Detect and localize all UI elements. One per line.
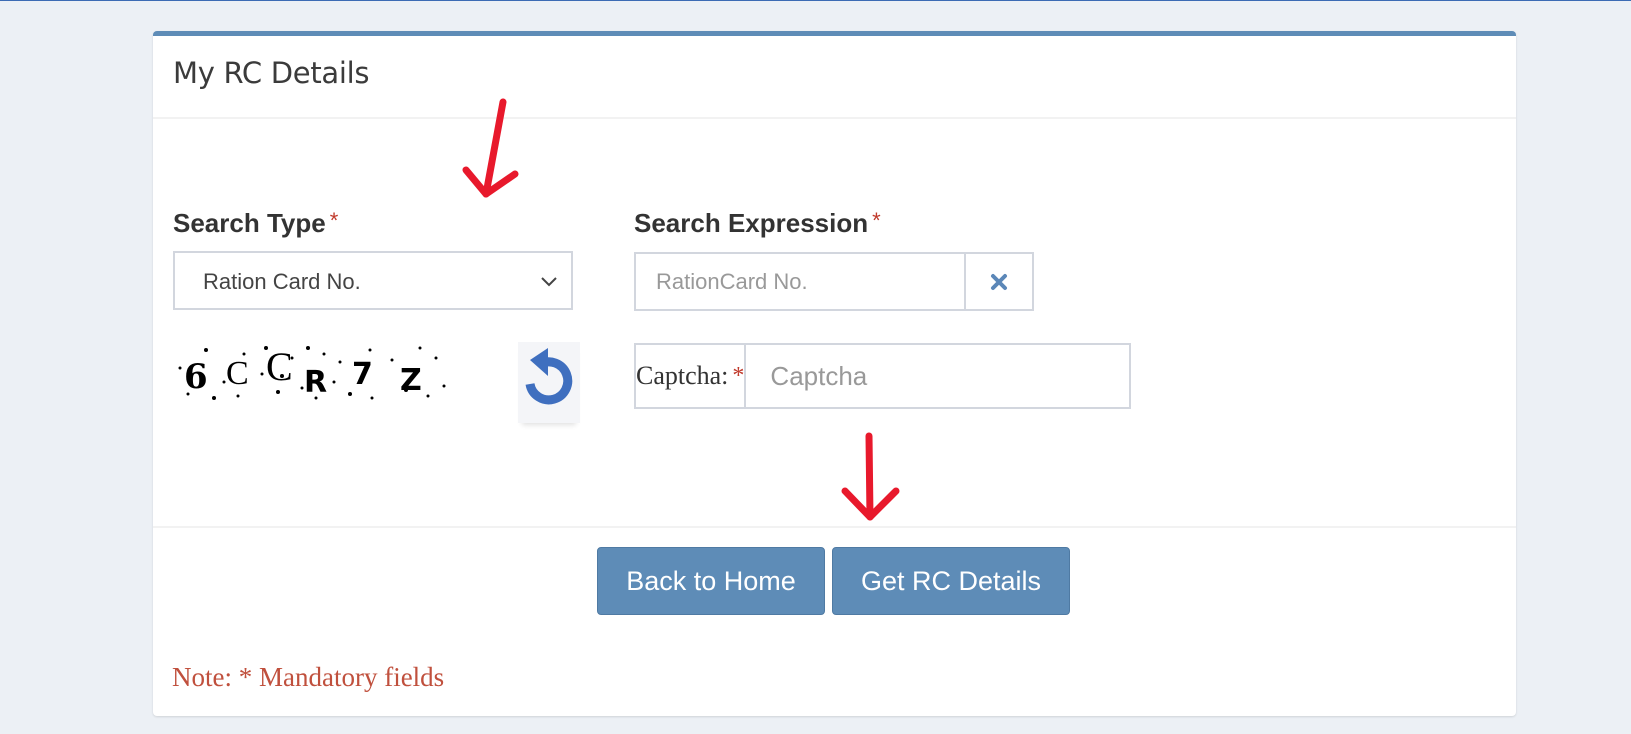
mandatory-note: Note: * Mandatory fields [172,662,445,692]
page-title: My RC Details [173,56,370,90]
close-icon [991,273,1007,290]
captcha-image-graphic: 6 C C R 7 Z [178,344,446,400]
card-header: My RC Details [153,36,1516,119]
search-expression-label-text: Search Expression [634,208,869,238]
get-rc-details-button[interactable]: Get RC Details [832,547,1070,615]
captcha-image: 6 C C R 7 Z [174,342,456,404]
required-mark: * [872,208,881,233]
footer-divider [153,526,1516,528]
captcha-input[interactable] [746,343,1132,409]
refresh-captcha-button[interactable] [518,342,580,423]
svg-text:6: 6 [184,357,208,397]
search-type-label-text: Search Type [173,208,326,238]
svg-text:C: C [266,344,293,389]
rc-details-card: My RC Details Search Type * Ration Card N… [153,31,1516,716]
required-mark: * [732,362,745,389]
svg-text:C: C [226,355,249,392]
refresh-icon [525,348,573,405]
captcha-label: Captcha: * [634,343,747,409]
captcha-label-text: Captcha: [636,361,729,390]
chevron-down-icon [541,277,557,287]
required-mark: * [329,208,339,233]
clear-search-button[interactable] [966,252,1034,311]
search-type-selected-value: Ration Card No. [203,269,361,294]
search-expression-label: Search Expression * [634,208,881,239]
search-expression-input[interactable] [634,252,966,311]
top-border [0,0,1631,1]
back-to-home-button[interactable]: Back to Home [597,547,825,615]
search-type-select[interactable]: Ration Card No. [173,251,573,310]
captcha-group: Captcha: * [634,343,1132,409]
search-type-label: Search Type * [173,208,338,239]
svg-text:7: 7 [352,357,373,392]
svg-text:Z: Z [400,363,422,398]
svg-text:R: R [304,365,327,400]
search-expression-group [634,252,1034,311]
